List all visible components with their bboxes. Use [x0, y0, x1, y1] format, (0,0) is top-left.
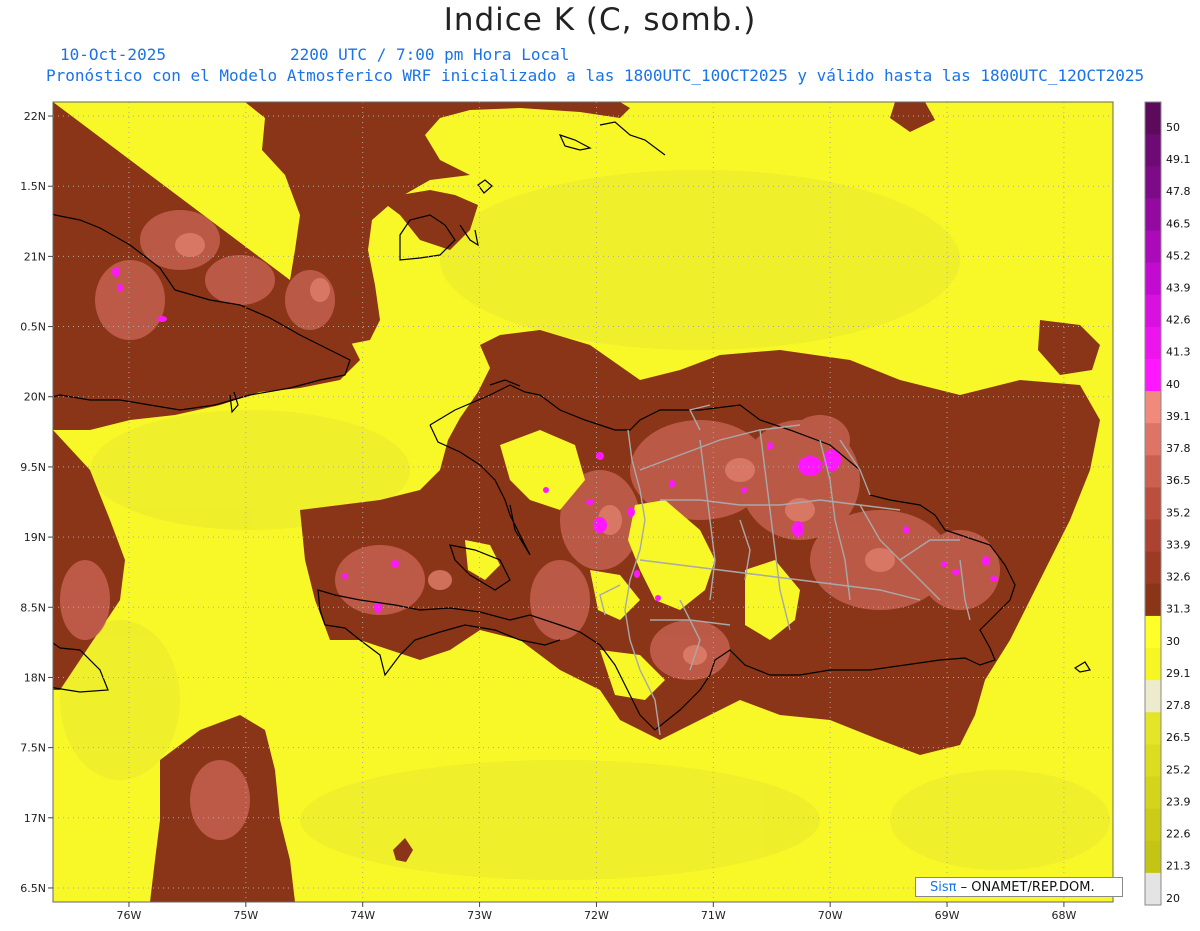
- colorbar-label: 45.2: [1166, 249, 1191, 262]
- colorbar-swatch: [1145, 391, 1161, 424]
- colorbar: 50 49.1 47.8 46.5 45.2 43.9 42.6 41.3 40 39.1 37.8…: [1144, 101, 1191, 906]
- colorbar-swatch: [1145, 680, 1161, 713]
- credit-box: Sisπ – ONAMET/REP.DOM.: [915, 877, 1123, 897]
- colorbar-label: 46.5: [1166, 217, 1191, 230]
- colorbar-label: 37.8: [1166, 442, 1191, 455]
- lat-tick-label: 22N: [24, 110, 46, 123]
- lon-tick-label: 70W: [818, 909, 843, 922]
- colorbar-swatch: [1145, 262, 1161, 296]
- colorbar-swatch: [1145, 455, 1161, 488]
- colorbar-label: 30: [1166, 635, 1180, 648]
- lon-tick-label: 71W: [701, 909, 726, 922]
- colorbar-swatch: [1145, 102, 1161, 135]
- lon-tick-label: 75W: [233, 909, 258, 922]
- colorbar-label: 31.3: [1166, 603, 1191, 616]
- lat-tick-label: 1.5N: [20, 180, 46, 193]
- colorbar-label: 26.5: [1166, 731, 1191, 744]
- lat-tick-label: 21N: [24, 250, 46, 263]
- colorbar-label: 39.1: [1166, 410, 1191, 423]
- colorbar-swatch: [1145, 744, 1161, 778]
- lat-tick-label: 18N: [24, 671, 46, 684]
- colorbar-swatch: [1145, 776, 1161, 810]
- lat-tick-label: 6.5N: [20, 882, 46, 895]
- lon-tick-label: 74W: [350, 909, 375, 922]
- colorbar-label: 40: [1166, 378, 1180, 391]
- lon-tick-label: 76W: [117, 909, 142, 922]
- colorbar-label: 43.9: [1166, 282, 1191, 295]
- colorbar-label: 23.9: [1166, 795, 1191, 808]
- lon-tick-label: 73W: [467, 909, 492, 922]
- colorbar-swatch: [1145, 872, 1161, 906]
- colorbar-label: 29.1: [1166, 667, 1191, 680]
- colorbar-swatch: [1145, 615, 1161, 649]
- colorbar-label: 21.3: [1166, 860, 1191, 873]
- map-figure: 76W 75W 74W 73W 72W 71W 70W 69W 68W 22N 1.5N 21N 0.5…: [0, 0, 1200, 927]
- credit-text: – ONAMET/REP.DOM.: [960, 880, 1095, 895]
- lat-tick-label: 20N: [24, 391, 46, 404]
- colorbar-label: 25.2: [1166, 763, 1191, 776]
- colorbar-swatch: [1145, 230, 1161, 264]
- colorbar-swatch: [1145, 358, 1161, 392]
- colorbar-swatch: [1145, 423, 1161, 456]
- colorbar-label: 50: [1166, 121, 1180, 134]
- map-area: [53, 102, 1113, 902]
- lat-tick-label: 9.5N: [20, 461, 46, 474]
- lon-tick-label: 69W: [935, 909, 960, 922]
- colorbar-label: 33.9: [1166, 538, 1191, 551]
- colorbar-swatch: [1145, 551, 1161, 585]
- colorbar-label: 35.2: [1166, 506, 1191, 519]
- colorbar-swatch: [1145, 712, 1161, 745]
- colorbar-label: 49.1: [1166, 153, 1191, 166]
- colorbar-label: 47.8: [1166, 185, 1191, 198]
- colorbar-label: 20: [1166, 892, 1180, 905]
- colorbar-label: 32.6: [1166, 571, 1191, 584]
- colorbar-label: 42.6: [1166, 314, 1191, 327]
- colorbar-swatch: [1145, 166, 1161, 199]
- colorbar-swatch: [1145, 134, 1161, 167]
- lat-tick-label: 17N: [24, 812, 46, 825]
- colorbar-swatch: [1145, 198, 1161, 231]
- colorbar-swatch: [1145, 808, 1161, 842]
- colorbar-swatch: [1145, 487, 1161, 521]
- colorbar-label: 36.5: [1166, 474, 1191, 487]
- lat-tick-label: 7.5N: [20, 742, 46, 755]
- colorbar-swatch: [1145, 583, 1161, 617]
- colorbar-swatch: [1145, 519, 1161, 553]
- lat-tick-label: 8.5N: [20, 601, 46, 614]
- colorbar-label: 22.6: [1166, 828, 1191, 841]
- colorbar-label: 41.3: [1166, 346, 1191, 359]
- lat-tick-label: 0.5N: [20, 321, 46, 334]
- colorbar-label: 27.8: [1166, 699, 1191, 712]
- colorbar-swatch: [1145, 294, 1161, 328]
- lon-tick-label: 72W: [584, 909, 609, 922]
- brand-logo: Sisπ: [930, 880, 957, 895]
- colorbar-swatch: [1145, 648, 1161, 681]
- lat-tick-label: 19N: [24, 531, 46, 544]
- lon-tick-label: 68W: [1051, 909, 1076, 922]
- colorbar-swatch: [1145, 326, 1161, 360]
- colorbar-swatch: [1145, 840, 1161, 874]
